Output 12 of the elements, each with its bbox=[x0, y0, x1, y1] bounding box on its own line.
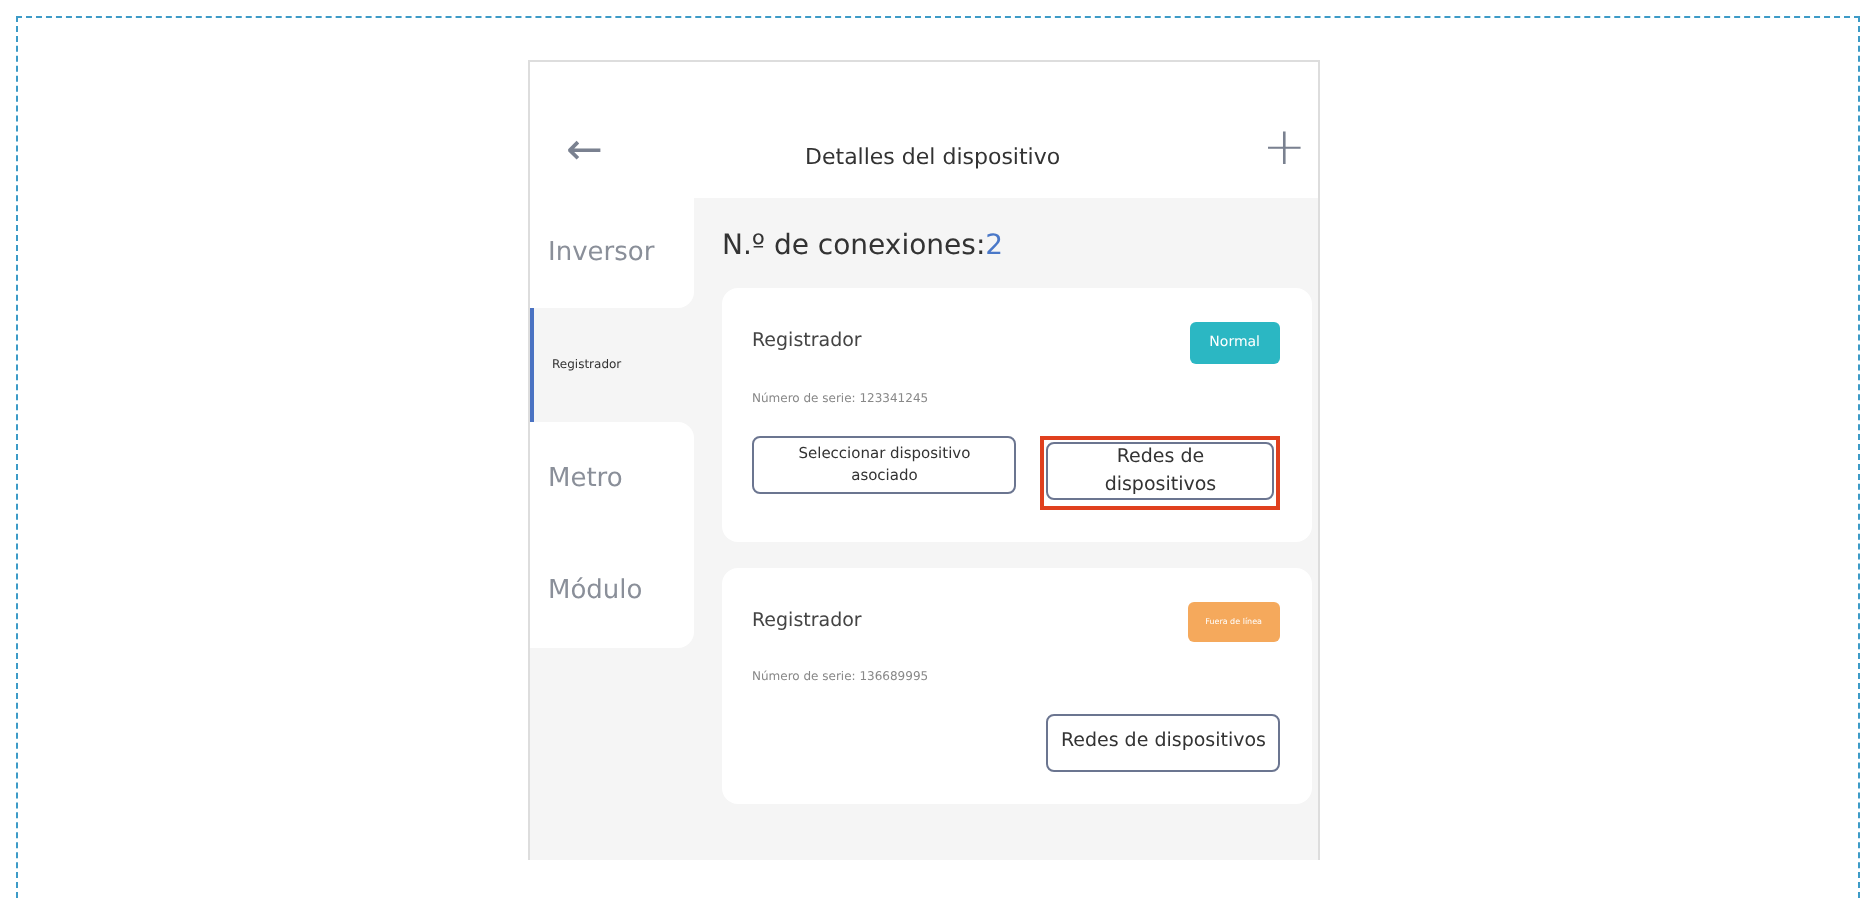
connections-label: N.º de conexiones: bbox=[722, 230, 986, 262]
device-button[interactable]: Redes de dispositivos bbox=[1046, 713, 1280, 772]
device-name: Registrador bbox=[752, 607, 862, 636]
sidebar-tab[interactable]: Inversor bbox=[530, 198, 694, 308]
connections-count: 2 bbox=[985, 230, 1004, 262]
device-name: Registrador bbox=[752, 328, 862, 357]
add-button[interactable]: + bbox=[1262, 122, 1306, 174]
page-title: Detalles del dispositivo bbox=[805, 141, 1061, 173]
sidebar-tab[interactable]: Metro bbox=[530, 422, 694, 536]
sidebar-tab[interactable]: Módulo bbox=[530, 536, 694, 648]
device-button[interactable]: Redes de dispositivos bbox=[1046, 441, 1274, 499]
back-button[interactable]: ← bbox=[566, 130, 603, 174]
